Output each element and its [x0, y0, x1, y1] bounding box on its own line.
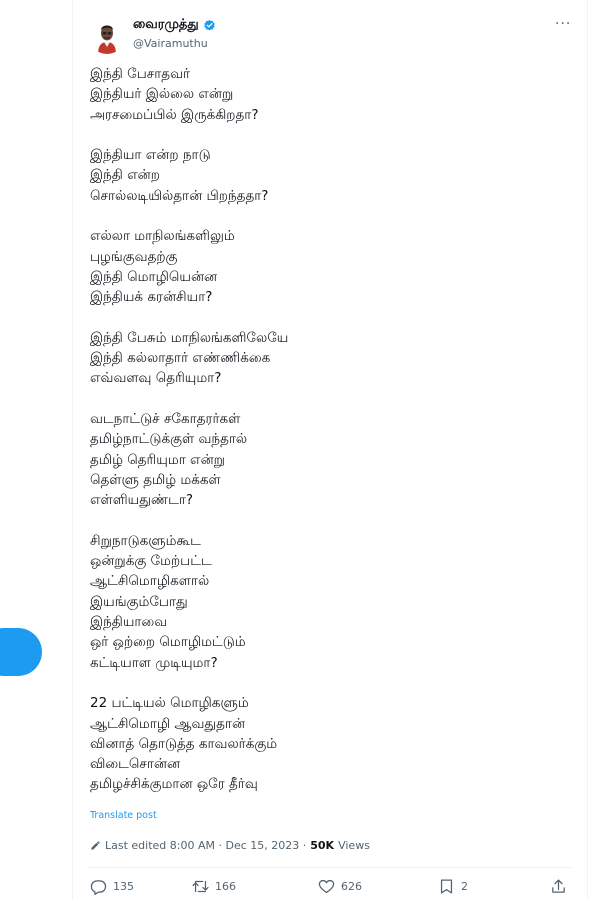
bookmark-count: 2 [461, 880, 468, 893]
reply-icon [90, 880, 107, 895]
post-line: வினாத் தொடுத்த காவலர்க்கும் [90, 735, 278, 752]
repost-button[interactable]: 166 [192, 878, 236, 895]
reply-button[interactable]: 135 [90, 878, 134, 895]
post-stanza: இந்தி பேசாதவர் இந்தியர் இல்லை என்று அரசமைப… [90, 64, 560, 125]
post-compose-button[interactable] [0, 628, 42, 676]
post-line: இந்தியாவை [90, 614, 168, 631]
share-button[interactable] [550, 878, 567, 895]
author-handle[interactable]: @Vairamuthu [133, 37, 208, 50]
repost-icon [192, 880, 209, 893]
pencil-icon [91, 841, 100, 850]
post-stanza: சிறுநாடுகளும்கூட ஒன்றுக்கு மேற்பட்ட ஆட்சிம… [90, 531, 560, 673]
post-line: தெள்ளு தமிழ் மக்கள் [90, 471, 221, 488]
post-stanza: இந்தி பேசும் மாநிலங்களிலேயே இந்தி கல்லாதா… [90, 328, 560, 389]
post-line: கட்டியாள முடியுமா? [90, 654, 218, 671]
repost-count: 166 [215, 880, 236, 893]
like-count: 626 [341, 880, 362, 893]
post-line: சொல்லடியில்தான் பிறந்ததா? [90, 187, 269, 204]
post-line: அரசமைப்பில் இருக்கிறதா? [90, 106, 259, 123]
verified-badge-icon [203, 19, 215, 31]
share-icon [552, 879, 565, 893]
post-line: ஆட்சிமொழி ஆவதுதான் [90, 715, 246, 732]
post-line: சிறுநாடுகளும்கூட [90, 532, 201, 549]
post-line: இயங்கும்போது [90, 593, 188, 610]
post-line: விடைசொன்ன [90, 756, 181, 773]
post-line: தமிழச்சிக்குமான ஒரே தீர்வு [90, 776, 258, 793]
post-stanza: 22 பட்டியல் மொழிகளும் ஆட்சிமொழி ஆவதுதான் வ… [90, 693, 560, 794]
more-icon[interactable]: ··· [555, 16, 571, 32]
post-line: ஆட்சிமொழிகளால் [90, 573, 210, 590]
post-line: எல்லா மாநிலங்களிலும் [90, 228, 235, 245]
post-line: இந்தி என்ற [90, 167, 160, 184]
author-display-name-row[interactable]: வைரமுத்து [133, 17, 216, 33]
post-text: இந்தி பேசாதவர் இந்தியர் இல்லை என்று அரசமைப… [90, 64, 560, 795]
post-line: ஒர் ஒற்றை மொழிமட்டும் [90, 634, 246, 651]
post-stanza: வடநாட்டுச் சகோதரர்கள் தமிழ்நாட்டுக்குள் வ… [90, 409, 560, 510]
avatar[interactable] [89, 18, 125, 54]
post-line: இந்தியர் இல்லை என்று [90, 86, 234, 103]
post-line: இந்தி பேசும் மாநிலங்களிலேயே [90, 329, 289, 346]
post-line: எள்ளியதுண்டா? [90, 492, 194, 509]
edited-timestamp[interactable]: Last edited 8:00 AM · Dec 15, 2023 · [105, 839, 306, 852]
divider [88, 867, 572, 868]
reply-count: 135 [113, 880, 134, 893]
post-line: புழங்குவதற்கு [90, 248, 178, 265]
like-button[interactable]: 626 [318, 878, 362, 895]
avatar-portrait-image [89, 18, 125, 54]
timeline-column-border-right [587, 0, 588, 900]
like-icon [318, 879, 335, 894]
post-line: ஒன்றுக்கு மேற்பட்ட [90, 553, 212, 570]
post-stanza: இந்தியா என்ற நாடு இந்தி என்ற சொல்லடியில்தா… [90, 145, 560, 206]
post-line: இந்தி கல்லாதார் எண்ணிக்கை [90, 350, 271, 367]
post-actions-bar: 135 166 626 2 [88, 878, 578, 900]
post-line: வடநாட்டுச் சகோதரர்கள் [90, 411, 241, 428]
post-line: இந்தி மொழியென்ன [90, 268, 218, 285]
post-line: தமிழ் தெரியுமா என்று [90, 451, 225, 468]
post-line: இந்தியா என்ற நாடு [90, 147, 211, 164]
bookmark-icon [440, 879, 453, 894]
post-stanza: எல்லா மாநிலங்களிலும் புழங்குவதற்கு இந்தி ம… [90, 226, 560, 307]
timeline-column-border-left [72, 0, 73, 900]
post-line: தமிழ்நாட்டுக்குள் வந்தால் [90, 431, 248, 448]
post-line: இந்தி பேசாதவர் [90, 66, 191, 82]
views-count: 50K [310, 839, 335, 852]
post-line: 22 பட்டியல் மொழிகளும் [90, 695, 249, 712]
bookmark-button[interactable]: 2 [438, 878, 468, 895]
views-label: Views [338, 839, 370, 852]
author-display-name[interactable]: வைரமுத்து [133, 17, 199, 33]
post-line: எவ்வளவு தெரியுமா? [90, 370, 222, 387]
post-edit-info: Last edited 8:00 AM · Dec 15, 2023 · 50K… [90, 839, 370, 852]
translate-post-link[interactable]: Translate post [90, 810, 157, 821]
post-line: இந்தியக் கரன்சியா? [90, 289, 213, 306]
